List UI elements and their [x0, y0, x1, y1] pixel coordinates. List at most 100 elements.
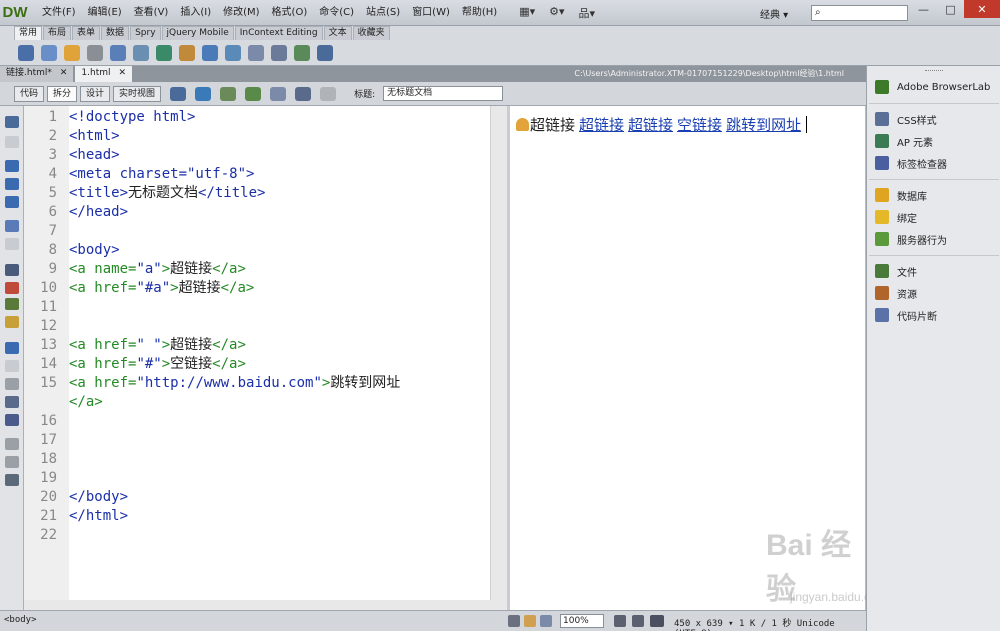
insert-tab[interactable]: 数据 — [101, 26, 130, 40]
desktop-size-icon[interactable] — [650, 615, 664, 627]
code-line[interactable]: <meta charset="utf-8"> — [69, 165, 254, 184]
design-view[interactable]: 超链接 超链接 超链接 空链接 跳转到网址 Bai 经验 jingyan.bai… — [510, 106, 887, 610]
email-link-icon[interactable] — [41, 45, 57, 61]
indent-code-icon[interactable] — [5, 438, 19, 450]
apply-comment-icon[interactable] — [5, 342, 19, 354]
code-line[interactable]: <a href="http://www.baidu.com">跳转到网址 — [69, 374, 400, 393]
remove-comment-icon[interactable] — [5, 360, 19, 372]
code-view-button[interactable]: 代码 — [14, 85, 45, 102]
insert-tab[interactable]: 常用 — [14, 26, 43, 40]
site-icon[interactable]: 品▾ — [579, 5, 596, 21]
zoom-select[interactable]: 100% — [560, 614, 604, 628]
preview-browser-icon[interactable] — [195, 86, 212, 101]
code-horizontal-scrollbar[interactable] — [24, 600, 507, 610]
minimize-button[interactable]: — — [910, 0, 937, 18]
visual-aids-icon[interactable] — [295, 86, 312, 101]
select-parent-tag-icon[interactable] — [5, 220, 19, 232]
workspace-switcher[interactable]: 经典 ▾ — [760, 6, 788, 21]
tab-link-html[interactable]: 链接.html* ✕ — [0, 66, 74, 82]
insert-tab[interactable]: InContext Editing — [234, 26, 323, 40]
outdent-code-icon[interactable] — [5, 456, 19, 468]
close-button[interactable]: ✕ — [964, 0, 1000, 18]
menu-item[interactable]: 文件(F) — [36, 0, 82, 26]
insert-tab[interactable]: jQuery Mobile — [161, 26, 234, 40]
balance-braces-icon[interactable] — [5, 238, 19, 250]
mobile-size-icon[interactable] — [614, 615, 626, 627]
code-line[interactable]: <a name="a">超链接</a> — [69, 260, 246, 279]
code-line[interactable]: <head> — [69, 146, 120, 165]
code-line[interactable]: <a href="#a">超链接</a> — [69, 279, 254, 298]
check-page-icon[interactable] — [245, 86, 262, 101]
design-view-button[interactable]: 设计 — [80, 85, 111, 102]
menu-item[interactable]: 编辑(E) — [82, 0, 128, 26]
code-line[interactable]: </head> — [69, 203, 128, 222]
code-line[interactable]: <a href="#">空链接</a> — [69, 355, 246, 374]
menu-item[interactable]: 帮助(H) — [456, 0, 503, 26]
code-editor[interactable]: <!doctype html> <html> <head> <meta charset… — [69, 106, 490, 600]
panel-item[interactable]: 文件 — [867, 260, 1000, 282]
code-vertical-scrollbar[interactable] — [490, 106, 507, 600]
panel-item[interactable]: 标签检查器 — [867, 152, 1000, 174]
design-link[interactable]: 跳转到网址 — [726, 114, 801, 135]
line-numbers-icon[interactable] — [5, 264, 19, 276]
panel-group-grip[interactable] — [867, 66, 1000, 76]
code-line[interactable]: <html> — [69, 127, 120, 146]
close-icon[interactable]: ✕ — [119, 66, 127, 82]
menu-item[interactable]: 格式(O) — [266, 0, 314, 26]
code-line[interactable]: <!doctype html> — [69, 108, 195, 127]
media-icon[interactable] — [179, 45, 195, 61]
menu-item[interactable]: 查看(V) — [128, 0, 175, 26]
panel-group-grip[interactable] — [867, 174, 1000, 184]
code-line[interactable]: <a href=" ">超链接</a> — [69, 336, 246, 355]
inspect-icon[interactable] — [270, 86, 287, 101]
tab-1-html[interactable]: 1.html ✕ — [75, 66, 133, 82]
document-title-input[interactable]: 无标题文档 — [383, 86, 504, 101]
menu-item[interactable]: 修改(M) — [217, 0, 265, 26]
design-link[interactable]: 超链接 — [579, 114, 624, 135]
file-management-icon[interactable] — [220, 86, 237, 101]
panel-group-grip[interactable] — [867, 98, 1000, 108]
search-input[interactable]: ⌕ — [811, 5, 908, 21]
tablet-size-icon[interactable] — [632, 615, 644, 627]
maximize-button[interactable]: □ — [937, 0, 964, 18]
panel-item[interactable]: 服务器行为 — [867, 228, 1000, 250]
highlight-invalid-icon[interactable] — [5, 282, 19, 294]
recent-snippets-icon[interactable] — [5, 396, 19, 408]
insert-tab[interactable]: 表单 — [72, 26, 101, 40]
code-line[interactable]: </body> — [69, 488, 128, 507]
date-icon[interactable] — [202, 45, 218, 61]
refresh-icon[interactable] — [320, 86, 337, 101]
panel-item[interactable]: Adobe BrowserLab — [867, 76, 1000, 98]
code-line[interactable]: <body> — [69, 241, 120, 260]
close-icon[interactable]: ✕ — [60, 66, 68, 82]
select-tool-icon[interactable] — [508, 615, 520, 627]
named-anchor-icon[interactable] — [64, 45, 80, 61]
head-icon[interactable] — [271, 45, 287, 61]
server-include-icon[interactable] — [225, 45, 241, 61]
comment-icon[interactable] — [248, 45, 264, 61]
panel-item[interactable]: AP 元素 — [867, 130, 1000, 152]
hand-tool-icon[interactable] — [524, 615, 536, 627]
panel-item[interactable]: 数据库 — [867, 184, 1000, 206]
layout-icon[interactable]: ▦▾ — [519, 5, 535, 21]
panel-item[interactable]: 代码片断 — [867, 304, 1000, 326]
code-line[interactable]: </html> — [69, 507, 128, 526]
syntax-error-icon[interactable] — [5, 298, 19, 310]
panel-item[interactable]: 绑定 — [867, 206, 1000, 228]
table-icon[interactable] — [110, 45, 126, 61]
panel-item[interactable]: CSS样式 — [867, 108, 1000, 130]
script-icon[interactable] — [294, 45, 310, 61]
show-code-navigator-icon[interactable] — [5, 136, 19, 148]
named-anchor-marker-icon[interactable] — [516, 118, 529, 131]
code-line[interactable]: </a> — [69, 393, 103, 412]
split-view-button[interactable]: 拆分 — [47, 85, 78, 102]
design-link[interactable]: 超链接 — [628, 114, 673, 135]
insert-tab[interactable]: Spry — [130, 26, 161, 40]
menu-item[interactable]: 插入(I) — [174, 0, 217, 26]
menu-item[interactable]: 站点(S) — [360, 0, 406, 26]
code-line[interactable]: <title>无标题文档</title> — [69, 184, 265, 203]
menu-item[interactable]: 命令(C) — [313, 0, 360, 26]
div-icon[interactable] — [133, 45, 149, 61]
collapse-selection-icon[interactable] — [5, 178, 19, 190]
live-view-button[interactable]: 实时视图 — [113, 85, 162, 102]
